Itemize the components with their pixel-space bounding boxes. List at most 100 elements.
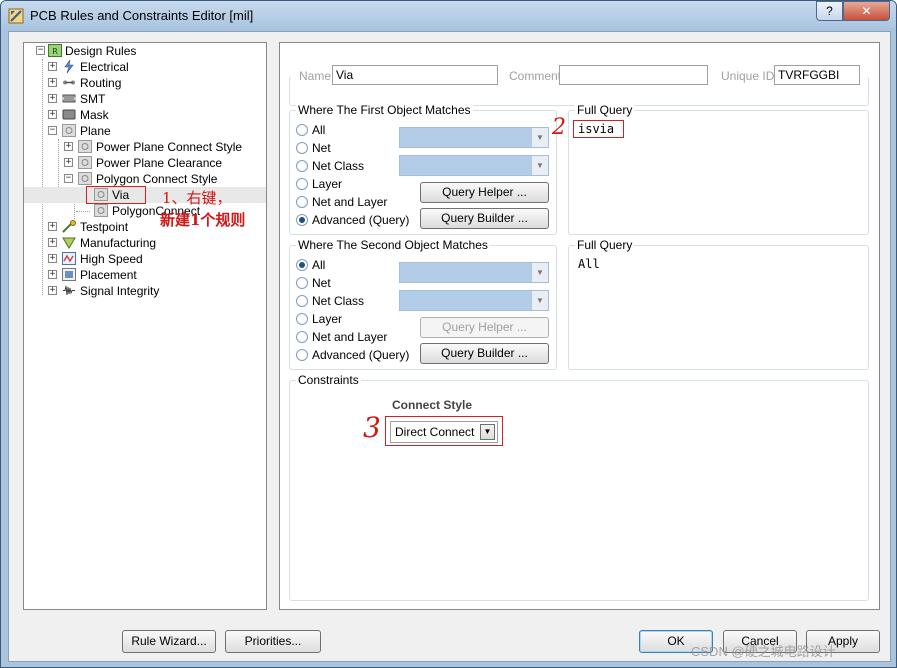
collapse-icon[interactable]: − <box>64 174 73 183</box>
expand-icon[interactable]: + <box>64 142 73 151</box>
expand-icon[interactable]: + <box>48 254 57 263</box>
placement-icon <box>62 268 76 281</box>
first-object-title: Where The First Object Matches <box>296 103 473 117</box>
comment-label: Comment <box>509 69 562 83</box>
unique-id-input[interactable]: TVRFGGBI <box>774 65 860 85</box>
name-label: Name <box>299 69 332 83</box>
chevron-down-icon[interactable]: ▼ <box>531 128 548 147</box>
name-input[interactable]: Via <box>332 65 498 85</box>
manufacturing-icon <box>62 237 76 249</box>
first-net-class-combo[interactable]: ▼ <box>399 155 549 176</box>
expand-icon[interactable]: + <box>48 94 57 103</box>
annotation-mark-3: 3 <box>363 411 381 444</box>
radio-selected-icon[interactable] <box>296 214 308 226</box>
tree-item-power-plane-connect-style[interactable]: + Power Plane Connect Style <box>26 139 264 155</box>
chevron-down-icon[interactable]: ▼ <box>531 156 548 175</box>
radio-selected-icon[interactable] <box>296 259 308 271</box>
expand-icon[interactable]: + <box>48 110 57 119</box>
second-full-query-text[interactable]: All <box>578 257 600 271</box>
second-net-combo[interactable]: ▼ <box>399 262 549 283</box>
collapse-icon[interactable]: − <box>36 46 45 55</box>
tree-label: Mask <box>80 108 109 122</box>
design-rules-icon: R <box>48 44 62 57</box>
rule-wizard-button[interactable]: Rule Wizard... <box>122 630 216 653</box>
title-bar[interactable]: PCB Rules and Constraints Editor [mil] ?… <box>1 1 896 31</box>
radio-icon[interactable] <box>296 196 308 208</box>
expand-icon[interactable]: + <box>48 222 57 231</box>
tree-item-routing[interactable]: + Routing <box>26 75 264 91</box>
first-query-builder-button[interactable]: Query Builder ... <box>420 208 549 229</box>
expand-icon[interactable]: + <box>48 286 57 295</box>
smt-icon <box>62 94 76 103</box>
expand-icon[interactable]: + <box>48 270 57 279</box>
expand-icon[interactable]: + <box>64 158 73 167</box>
tree-label: Power Plane Clearance <box>96 156 223 170</box>
second-query-helper-button[interactable]: Query Helper ... <box>420 317 549 338</box>
chevron-down-icon[interactable]: ▼ <box>531 291 548 310</box>
tree-label: Signal Integrity <box>80 284 160 298</box>
watermark-text: CSDN @硬之城电路设计 <box>691 644 836 659</box>
tree-item-electrical[interactable]: + Electrical <box>26 59 264 75</box>
tree-item-polygon-connect-style[interactable]: − Polygon Connect Style <box>26 171 264 187</box>
app-icon <box>8 8 24 24</box>
tree-item-plane[interactable]: − Plane <box>26 123 264 139</box>
second-net-class-combo[interactable]: ▼ <box>399 290 549 311</box>
help-button[interactable]: ? <box>816 1 843 21</box>
second-full-query-group: Full Query <box>568 238 869 370</box>
tree-item-manufacturing[interactable]: + Manufacturing <box>26 235 264 251</box>
radio-icon[interactable] <box>296 178 308 190</box>
radio-icon[interactable] <box>296 313 308 325</box>
radio-icon[interactable] <box>296 160 308 172</box>
tree-item-placement[interactable]: + Placement <box>26 267 264 283</box>
tree-label: SMT <box>80 92 106 106</box>
plane-icon <box>62 124 76 137</box>
tree-item-mask[interactable]: + Mask <box>26 107 264 123</box>
radio-icon[interactable] <box>296 331 308 343</box>
second-full-query-title: Full Query <box>575 238 635 252</box>
tree-item-high-speed[interactable]: + High Speed <box>26 251 264 267</box>
dialog-client-area: − R Design Rules + Electrical + Routing … <box>8 31 891 662</box>
svg-text:R: R <box>52 47 58 56</box>
tree-item-smt[interactable]: + SMT <box>26 91 264 107</box>
close-button[interactable]: ✕ <box>843 1 890 21</box>
high-speed-icon <box>62 252 76 265</box>
tree-item-power-plane-clearance[interactable]: + Power Plane Clearance <box>26 155 264 171</box>
radio-icon[interactable] <box>296 349 308 361</box>
collapse-icon[interactable]: − <box>48 126 57 135</box>
electrical-icon <box>64 60 74 73</box>
first-query-helper-button[interactable]: Query Helper ... <box>420 182 549 203</box>
expand-icon[interactable]: + <box>48 238 57 247</box>
tree-label: Polygon Connect Style <box>96 172 218 186</box>
unique-id-label: Unique ID <box>721 69 775 83</box>
routing-icon <box>63 80 75 85</box>
signal-integrity-icon <box>63 285 75 296</box>
tree-label: Routing <box>80 76 122 90</box>
rule-icon <box>78 140 92 153</box>
highlight-box-connect-style <box>385 416 503 446</box>
rules-tree[interactable]: − R Design Rules + Electrical + Routing … <box>23 42 267 610</box>
priorities-button[interactable]: Priorities... <box>225 630 321 653</box>
first-net-combo[interactable]: ▼ <box>399 127 549 148</box>
tree-label: Design Rules <box>65 44 137 58</box>
window-title: PCB Rules and Constraints Editor [mil] <box>30 8 254 23</box>
tree-label: Electrical <box>80 60 129 74</box>
tree-label: Placement <box>80 268 137 282</box>
connect-style-label: Connect Style <box>392 398 473 412</box>
tree-label: High Speed <box>80 252 143 266</box>
radio-icon[interactable] <box>296 142 308 154</box>
tree-label: Manufacturing <box>80 236 157 250</box>
tree-label: Testpoint <box>80 220 129 234</box>
expand-icon[interactable]: + <box>48 78 57 87</box>
tree-item-design-rules[interactable]: − R Design Rules <box>26 43 264 59</box>
annotation-step1-line2: 新建1个规则 <box>160 211 246 229</box>
chevron-down-icon[interactable]: ▼ <box>531 263 548 282</box>
highlight-box-query <box>573 120 624 138</box>
radio-icon[interactable] <box>296 277 308 289</box>
rule-icon <box>94 204 108 217</box>
comment-input[interactable] <box>559 65 708 85</box>
tree-item-signal-integrity[interactable]: + Signal Integrity <box>26 283 264 299</box>
expand-icon[interactable]: + <box>48 62 57 71</box>
radio-icon[interactable] <box>296 124 308 136</box>
radio-icon[interactable] <box>296 295 308 307</box>
second-query-builder-button[interactable]: Query Builder ... <box>420 343 549 364</box>
